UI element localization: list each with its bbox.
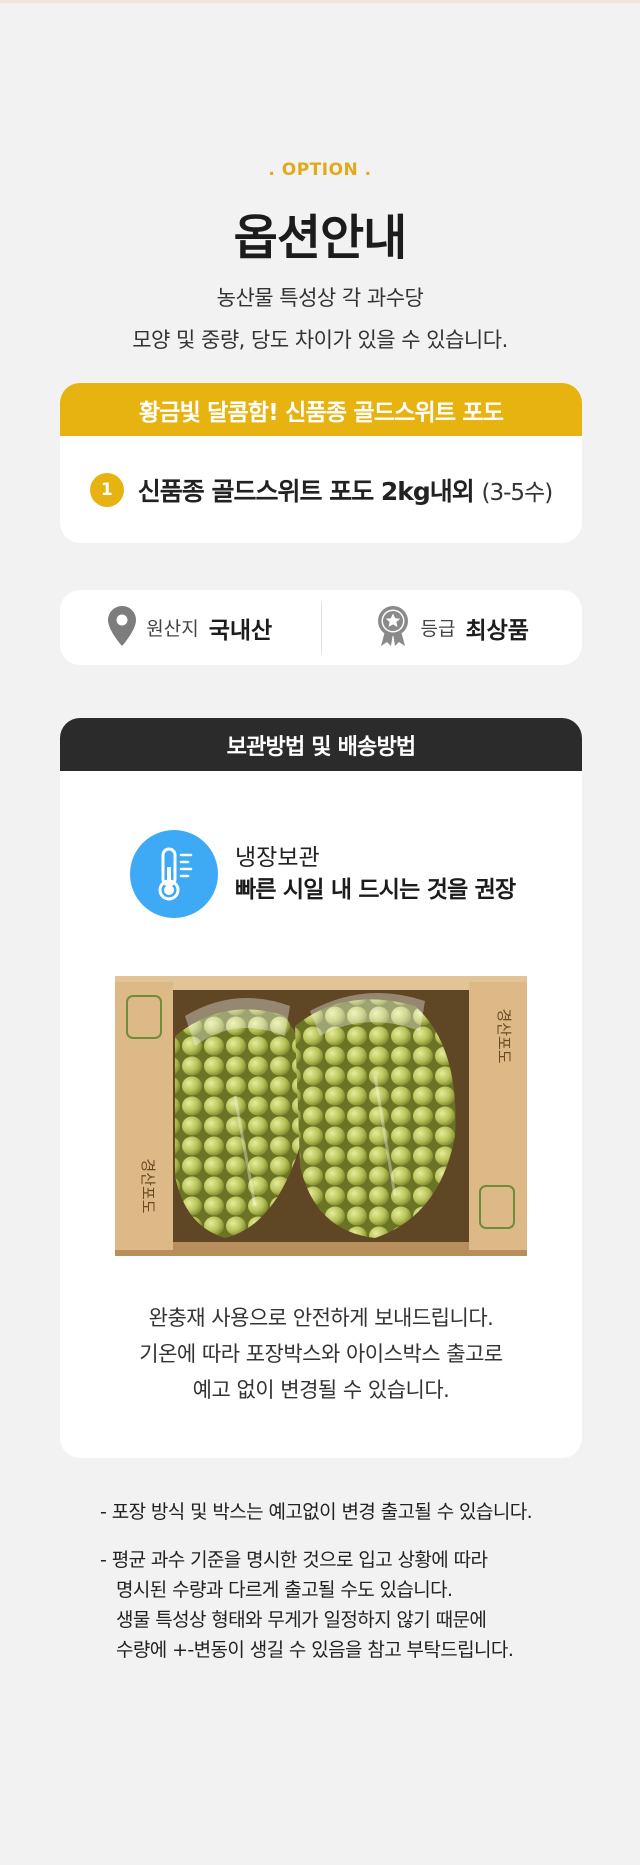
product-info-card: 원산지 국내산 등급 최상품 <box>60 590 582 665</box>
grade-value: 최상품 <box>465 617 529 644</box>
packing-info: 완충재 사용으로 안전하게 보내드립니다. 기온에 따라 포장박스와 아이스박스… <box>60 1300 582 1408</box>
location-pin-icon <box>108 605 137 650</box>
top-divider <box>0 0 640 3</box>
fridge-text: 냉장보관 빠른 시일 내 드시는 것을 권장 <box>235 842 516 906</box>
notice-line: 명시된 수량과 다르게 출고될 수도 있습니다. <box>116 1579 453 1601</box>
subtitle-line-2: 모양 및 중량, 당도 차이가 있을 수 있습니다. <box>132 328 508 352</box>
notice-line: 생물 특성상 형태와 무게가 일정하지 않기 때문에 <box>116 1609 487 1631</box>
grape-box-photo: 경산포도 경산포도 <box>115 976 527 1256</box>
option-item-title: 신품종 골드스위트 포도 2kg내외 <box>137 476 475 506</box>
box-brand-text-right: 경산포도 <box>495 1008 513 1063</box>
notice-line: 수량에 +-변동이 생길 수 있음을 참고 부탁드립니다. <box>116 1639 514 1661</box>
packing-line-2: 기온에 따라 포장박스와 아이스박스 출고로 <box>139 1342 503 1366</box>
option-card: 황금빛 달콤함! 신품종 골드스위트 포도 1 신품종 골드스위트 포도 2kg… <box>60 383 582 543</box>
box-brand-text-left: 경산포도 <box>139 1158 157 1213</box>
origin-value: 국내산 <box>208 617 273 644</box>
page-title: 옵션안내 <box>233 210 408 266</box>
option-item[interactable]: 1 신품종 골드스위트 포도 2kg내외 (3-5수) <box>60 436 582 543</box>
option-eyebrow: . OPTION . <box>268 160 372 180</box>
notice-item: - 평균 과수 기준을 명시한 것으로 입고 상황에 따라 명시된 수량과 다르… <box>100 1545 600 1665</box>
option-card-heading: 황금빛 달콤함! 신품종 골드스위트 포도 <box>60 383 582 436</box>
grade-info: 등급 최상품 <box>322 590 583 665</box>
notice-item: - 포장 방식 및 박스는 예고없이 변경 출고될 수 있습니다. <box>100 1501 533 1523</box>
fridge-description: 빠른 시일 내 드시는 것을 권장 <box>235 877 516 903</box>
packing-line-1: 완충재 사용으로 안전하게 보내드립니다. <box>148 1306 494 1330</box>
subtitle-line-1: 농산물 특성상 각 과수당 <box>216 286 424 310</box>
notice-line: - 평균 과수 기준을 명시한 것으로 입고 상황에 따라 <box>100 1549 488 1571</box>
medal-icon <box>375 605 411 651</box>
option-item-note: (3-5수) <box>481 479 554 506</box>
page-subtitle: 농산물 특성상 각 과수당 모양 및 중량, 당도 차이가 있을 수 있습니다. <box>0 277 640 361</box>
origin-info: 원산지 국내산 <box>60 590 321 665</box>
fridge-title: 냉장보관 <box>235 845 320 871</box>
notice-list: - 포장 방식 및 박스는 예고없이 변경 출고될 수 있습니다. - 평균 과… <box>100 1497 600 1665</box>
grade-label: 등급 <box>420 618 456 640</box>
packing-line-3: 예고 없이 변경될 수 있습니다. <box>192 1378 450 1402</box>
origin-label: 원산지 <box>146 618 199 640</box>
storage-card: 보관방법 및 배송방법 냉장보관 빠른 시일 내 드시는 것을 권장 경산포도 … <box>60 718 582 1458</box>
option-item-name: 신품종 골드스위트 포도 2kg내외 (3-5수) <box>137 472 554 508</box>
option-number-badge: 1 <box>89 472 124 507</box>
fridge-storage-info: 냉장보관 빠른 시일 내 드시는 것을 권장 <box>130 830 516 918</box>
thermometer-icon <box>130 830 218 918</box>
storage-heading: 보관방법 및 배송방법 <box>60 718 582 771</box>
